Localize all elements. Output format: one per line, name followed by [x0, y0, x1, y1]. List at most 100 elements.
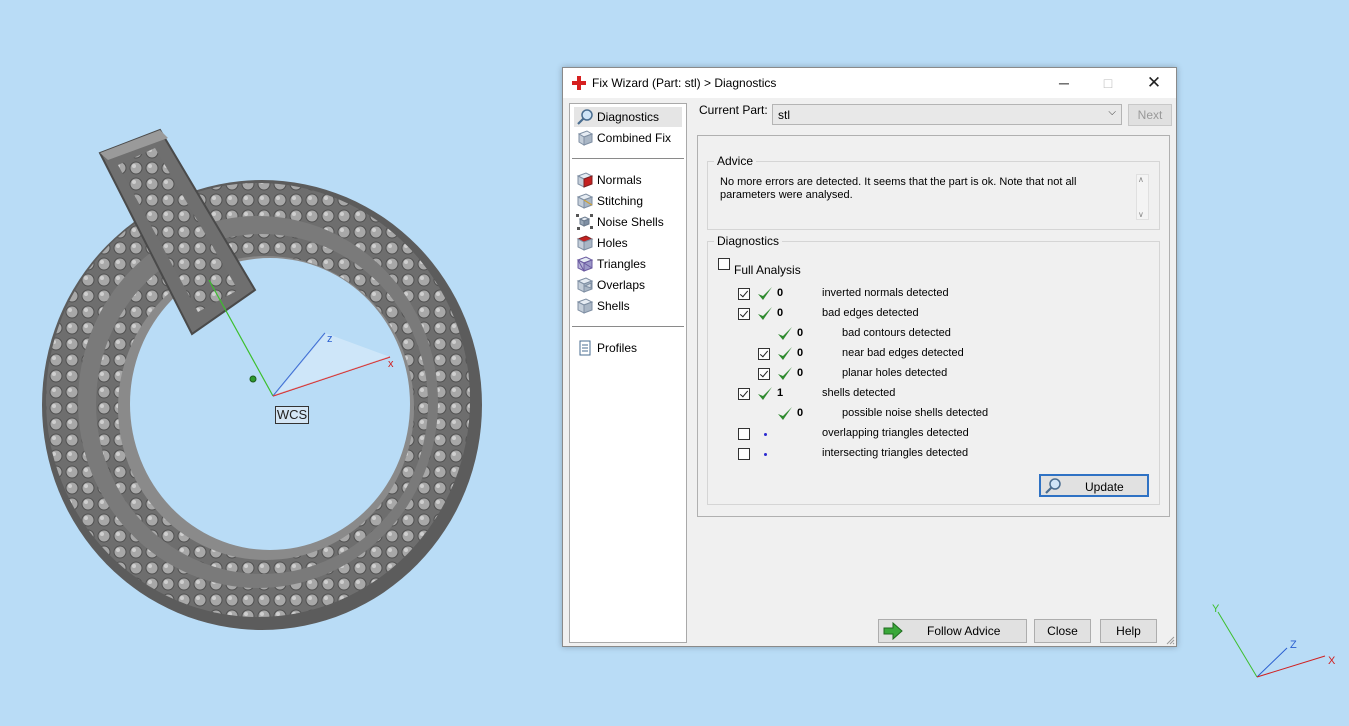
update-button[interactable]: Update — [1039, 474, 1149, 497]
nav-item-triangles[interactable]: Triangles — [574, 254, 682, 274]
nav-item-profiles[interactable]: Profiles — [574, 338, 682, 358]
advice-text: No more errors are detected. It seems th… — [720, 176, 1077, 201]
row-checkbox[interactable] — [738, 448, 750, 460]
nav-label: Diagnostics — [597, 110, 660, 124]
green-check-icon — [778, 327, 792, 340]
green-check-icon — [778, 407, 792, 420]
diagnostics-group: Diagnostics Full Analysis 0 inverted nor… — [707, 234, 1160, 505]
nav-label: Overlaps — [597, 278, 646, 292]
row-label: bad edges detected — [822, 307, 919, 319]
red-cross-icon — [572, 76, 586, 90]
magnifier-icon — [577, 109, 593, 125]
green-arrow-icon — [883, 622, 903, 640]
row-label: intersecting triangles detected — [822, 447, 969, 459]
nav-label: Noise Shells — [597, 215, 664, 229]
noise-shells-icon — [576, 214, 593, 230]
advice-group: Advice No more errors are detected. It s… — [707, 154, 1160, 230]
triad-x-label: X — [1328, 655, 1336, 667]
nav-item-stitching[interactable]: Stitching — [574, 191, 682, 211]
nav-item-holes[interactable]: Holes — [574, 233, 682, 253]
row-count: 1 — [777, 387, 784, 399]
nav-item-shells[interactable]: Shells — [574, 296, 682, 316]
diag-row-overlapping-triangles: overlapping triangles detected — [708, 425, 1148, 443]
diagnostics-panel: Advice No more errors are detected. It s… — [697, 135, 1170, 517]
nav-separator — [572, 326, 684, 327]
title-bar[interactable]: Fix Wizard (Part: stl) > Diagnostics ─ □… — [563, 68, 1176, 98]
nav-label: Profiles — [597, 341, 638, 355]
nav-label: Shells — [597, 299, 630, 313]
overlaps-cube-icon — [576, 277, 594, 293]
green-check-icon — [778, 367, 792, 380]
current-part-select[interactable]: stl ⌵ — [772, 104, 1122, 125]
row-checkbox[interactable] — [738, 428, 750, 440]
triad-z-label: Z — [1290, 639, 1297, 651]
row-count: 0 — [797, 367, 804, 379]
green-check-icon — [758, 387, 772, 400]
full-analysis-label: Full Analysis — [734, 263, 801, 277]
row-checkbox[interactable] — [738, 388, 750, 400]
ring-model — [42, 180, 482, 630]
green-check-icon — [758, 307, 772, 320]
current-part-label: Current Part: — [699, 103, 768, 117]
diag-row-bad-edges: 0 bad edges detected — [708, 305, 1148, 323]
nav-item-diagnostics[interactable]: Diagnostics — [574, 107, 682, 127]
diag-row-planar-holes: 0 planar holes detected — [708, 365, 1148, 383]
nav-separator — [572, 158, 684, 159]
current-part-value: stl — [778, 108, 790, 122]
wcs-label: WCS — [275, 406, 309, 424]
wizard-nav: Diagnostics Combined Fix Normals Stitchi… — [569, 103, 687, 643]
row-label: near bad edges detected — [842, 347, 964, 359]
diag-row-inverted-normals: 0 inverted normals detected — [708, 285, 1148, 303]
axis-x-label: x — [388, 358, 394, 370]
scroll-down-icon[interactable]: ∨ — [1138, 210, 1144, 219]
row-label: overlapping triangles detected — [822, 427, 969, 439]
close-button[interactable]: Close — [1034, 619, 1091, 643]
row-count: 0 — [797, 347, 804, 359]
row-checkbox[interactable] — [758, 368, 770, 380]
diag-row-bad-contours: 0 bad contours detected — [708, 325, 1148, 343]
row-count: 0 — [797, 407, 804, 419]
next-button[interactable]: Next — [1128, 104, 1172, 126]
row-count: 0 — [797, 327, 804, 339]
triad-y-label: Y — [1212, 603, 1220, 615]
advice-scrollbar[interactable]: ∧ ∨ — [1136, 174, 1149, 220]
fix-wizard-dialog: Fix Wizard (Part: stl) > Diagnostics ─ □… — [562, 67, 1177, 647]
row-label: possible noise shells detected — [842, 407, 989, 419]
row-checkbox[interactable] — [758, 348, 770, 360]
nav-item-noise-shells[interactable]: Noise Shells — [574, 212, 682, 232]
scroll-up-icon[interactable]: ∧ — [1138, 175, 1144, 184]
row-label: shells detected — [822, 387, 896, 399]
nav-label: Holes — [597, 236, 628, 250]
nav-label: Combined Fix — [597, 131, 672, 145]
diag-row-noise-shells: 0 possible noise shells detected — [708, 405, 1148, 423]
document-icon — [579, 340, 591, 356]
holes-cube-icon — [576, 235, 594, 251]
full-analysis-checkbox[interactable] — [718, 258, 730, 270]
row-count: 0 — [777, 287, 784, 299]
row-checkbox[interactable] — [738, 288, 750, 300]
nav-item-normals[interactable]: Normals — [574, 170, 682, 190]
green-check-icon — [778, 347, 792, 360]
help-button[interactable]: Help — [1100, 619, 1157, 643]
nav-item-overlaps[interactable]: Overlaps — [574, 275, 682, 295]
diag-row-intersecting-triangles: intersecting triangles detected — [708, 445, 1148, 463]
nav-label: Stitching — [597, 194, 644, 208]
normals-cube-icon — [576, 172, 594, 188]
nav-label: Normals — [597, 173, 642, 187]
shells-cube-icon — [576, 298, 594, 314]
row-checkbox[interactable] — [738, 308, 750, 320]
chevron-down-icon: ⌵ — [1108, 107, 1116, 118]
update-label: Update — [1085, 480, 1124, 494]
diag-row-shells: 1 shells detected — [708, 385, 1148, 403]
minimize-button[interactable]: ─ — [1041, 68, 1087, 98]
close-window-button[interactable]: ✕ — [1131, 68, 1177, 98]
resize-grip-icon[interactable] — [1165, 635, 1175, 645]
diag-row-near-bad-edges: 0 near bad edges detected — [708, 345, 1148, 363]
diagnostics-title: Diagnostics — [714, 234, 783, 248]
nav-item-combined-fix[interactable]: Combined Fix — [574, 128, 682, 148]
axis-z-label: z — [327, 333, 333, 345]
row-label: bad contours detected — [842, 327, 951, 339]
maximize-button[interactable]: □ — [1085, 68, 1131, 98]
nav-label: Triangles — [597, 257, 646, 271]
follow-advice-button[interactable]: Follow Advice — [878, 619, 1027, 643]
